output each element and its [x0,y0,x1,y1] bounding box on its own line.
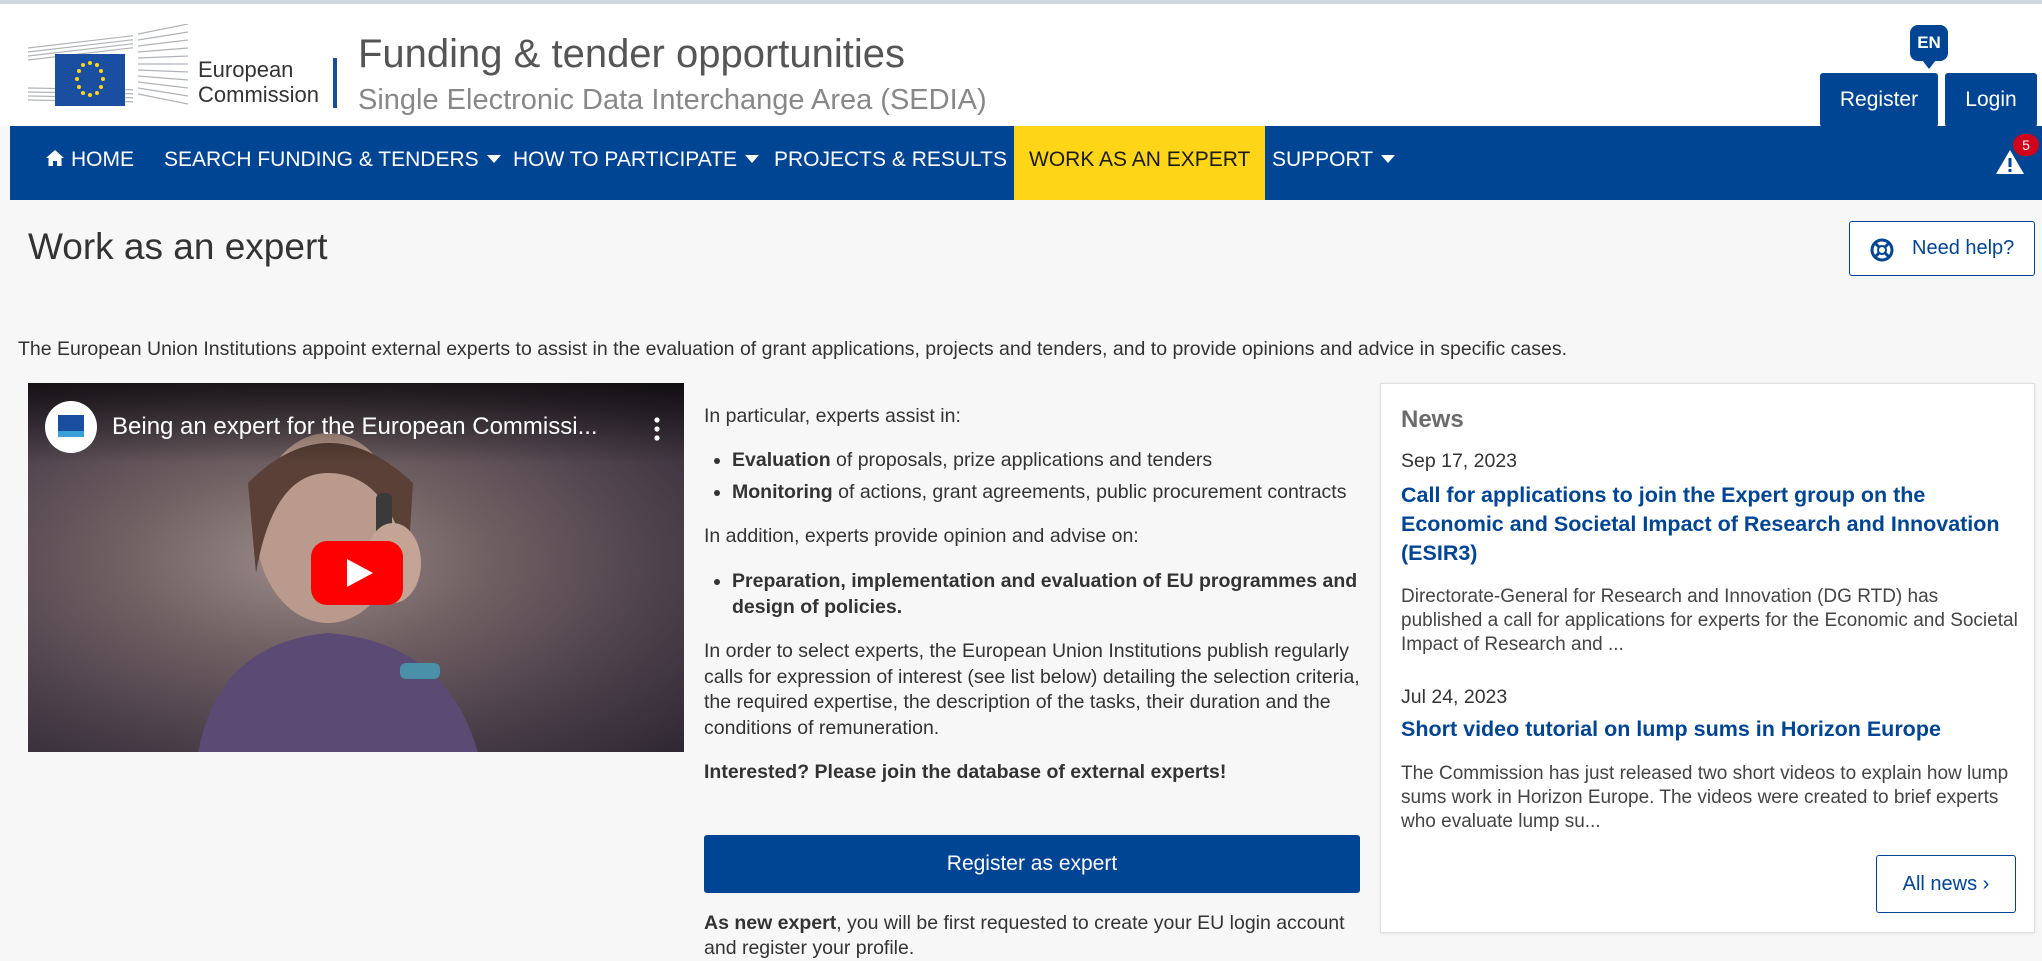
nav-support[interactable]: SUPPORT [1272,126,1396,200]
site-title[interactable]: Funding & tender opportunities [358,32,905,77]
list-item: Monitoring of actions, grant agreements,… [732,480,1364,505]
nav-projects-results[interactable]: PROJECTS & RESULTS [774,126,1007,200]
list-item: Evaluation of proposals, prize applicati… [732,448,1364,473]
main-nav: HOME SEARCH FUNDING & TENDERS HOW TO PAR… [10,126,2042,200]
nav-search-label: SEARCH FUNDING & TENDERS [164,148,479,171]
language-selector[interactable]: EN [1910,25,1948,69]
eu-flag-icon [58,415,84,437]
notification-count-badge: 5 [2013,134,2039,156]
news-summary: The Commission has just released two sho… [1401,763,2009,832]
register-as-expert-button[interactable]: Register as expert [704,835,1360,893]
channel-avatar[interactable] [45,401,97,453]
nav-expert-label: WORK AS AN EXPERT [1029,148,1251,171]
nav-projects-label: PROJECTS & RESULTS [774,148,1007,171]
more-vertical-icon[interactable] [654,417,660,441]
nav-home-label: HOME [71,148,134,171]
nav-support-label: SUPPORT [1272,148,1374,171]
expert-description: In particular, experts assist in: Evalua… [704,380,1364,784]
logo-wordmark: European Commission [198,57,319,107]
play-icon[interactable] [311,541,403,605]
logo-line-2: Commission [198,82,320,107]
advise-intro: In addition, experts provide opinion and… [704,525,1139,547]
assist-intro: In particular, experts assist in: [704,405,961,427]
logo-line-1: European [198,57,294,82]
all-news-button[interactable]: All news › [1876,855,2016,913]
list-item: Preparation, implementation and evaluati… [732,568,1364,620]
new-expert-text: As new expert, you will be first request… [704,911,1364,961]
commission-building-icon [28,35,133,106]
need-help-button[interactable]: Need help? [1849,221,2035,276]
video-title[interactable]: Being an expert for the European Commiss… [112,413,598,441]
chevron-down-icon [1381,154,1396,163]
commission-building-lines [138,24,189,105]
list-item-text: of proposals, prize applications and ten… [830,449,1213,471]
intro-text: The European Union Institutions appoint … [18,338,1568,360]
home-icon [46,150,64,167]
news-link[interactable]: Short video tutorial on lump sums in Hor… [1401,715,2001,744]
news-summary: Directorate-General for Research and Inn… [1401,586,2018,655]
site-subtitle: Single Electronic Data Interchange Area … [358,84,987,116]
list-item-bold: Monitoring [732,481,833,503]
nav-work-as-expert[interactable]: WORK AS AN EXPERT [1014,126,1266,200]
register-button[interactable]: Register [1820,73,1938,127]
video-player[interactable]: Being an expert for the European Commiss… [28,383,684,752]
site-header: European Commission Funding & tender opp… [0,4,2042,127]
need-help-label: Need help? [1912,237,2015,259]
logo-divider [333,58,337,108]
news-date: Sep 17, 2023 [1401,450,1518,472]
page-title: Work as an expert [28,226,328,267]
interested-text: Interested? Please join the database of … [704,761,1227,783]
nav-how-to-participate[interactable]: HOW TO PARTICIPATE [513,126,760,200]
news-panel: News Sep 17, 2023 Call for applications … [1380,383,2035,933]
list-item-bold: Evaluation [732,449,831,471]
assist-list: Evaluation of proposals, prize applicati… [704,448,1364,505]
nav-search-funding[interactable]: SEARCH FUNDING & TENDERS [164,126,501,200]
advise-list: Preparation, implementation and evaluati… [704,568,1364,620]
selection-text: In order to select experts, the European… [704,640,1360,739]
login-button[interactable]: Login [1945,73,2037,127]
news-link[interactable]: Call for applications to join the Expert… [1401,481,2001,568]
list-item-text: of actions, grant agreements, public pro… [832,481,1347,503]
chevron-down-icon [745,154,760,163]
news-heading: News [1401,406,1464,433]
european-commission-logo[interactable]: European Commission [28,24,344,110]
nav-home[interactable]: HOME [45,126,134,200]
chevron-down-icon [486,154,501,163]
new-expert-bold: As new expert [704,912,837,934]
news-date: Jul 24, 2023 [1401,686,1508,708]
nav-participate-label: HOW TO PARTICIPATE [513,148,738,171]
lifebuoy-icon [1870,238,1894,262]
